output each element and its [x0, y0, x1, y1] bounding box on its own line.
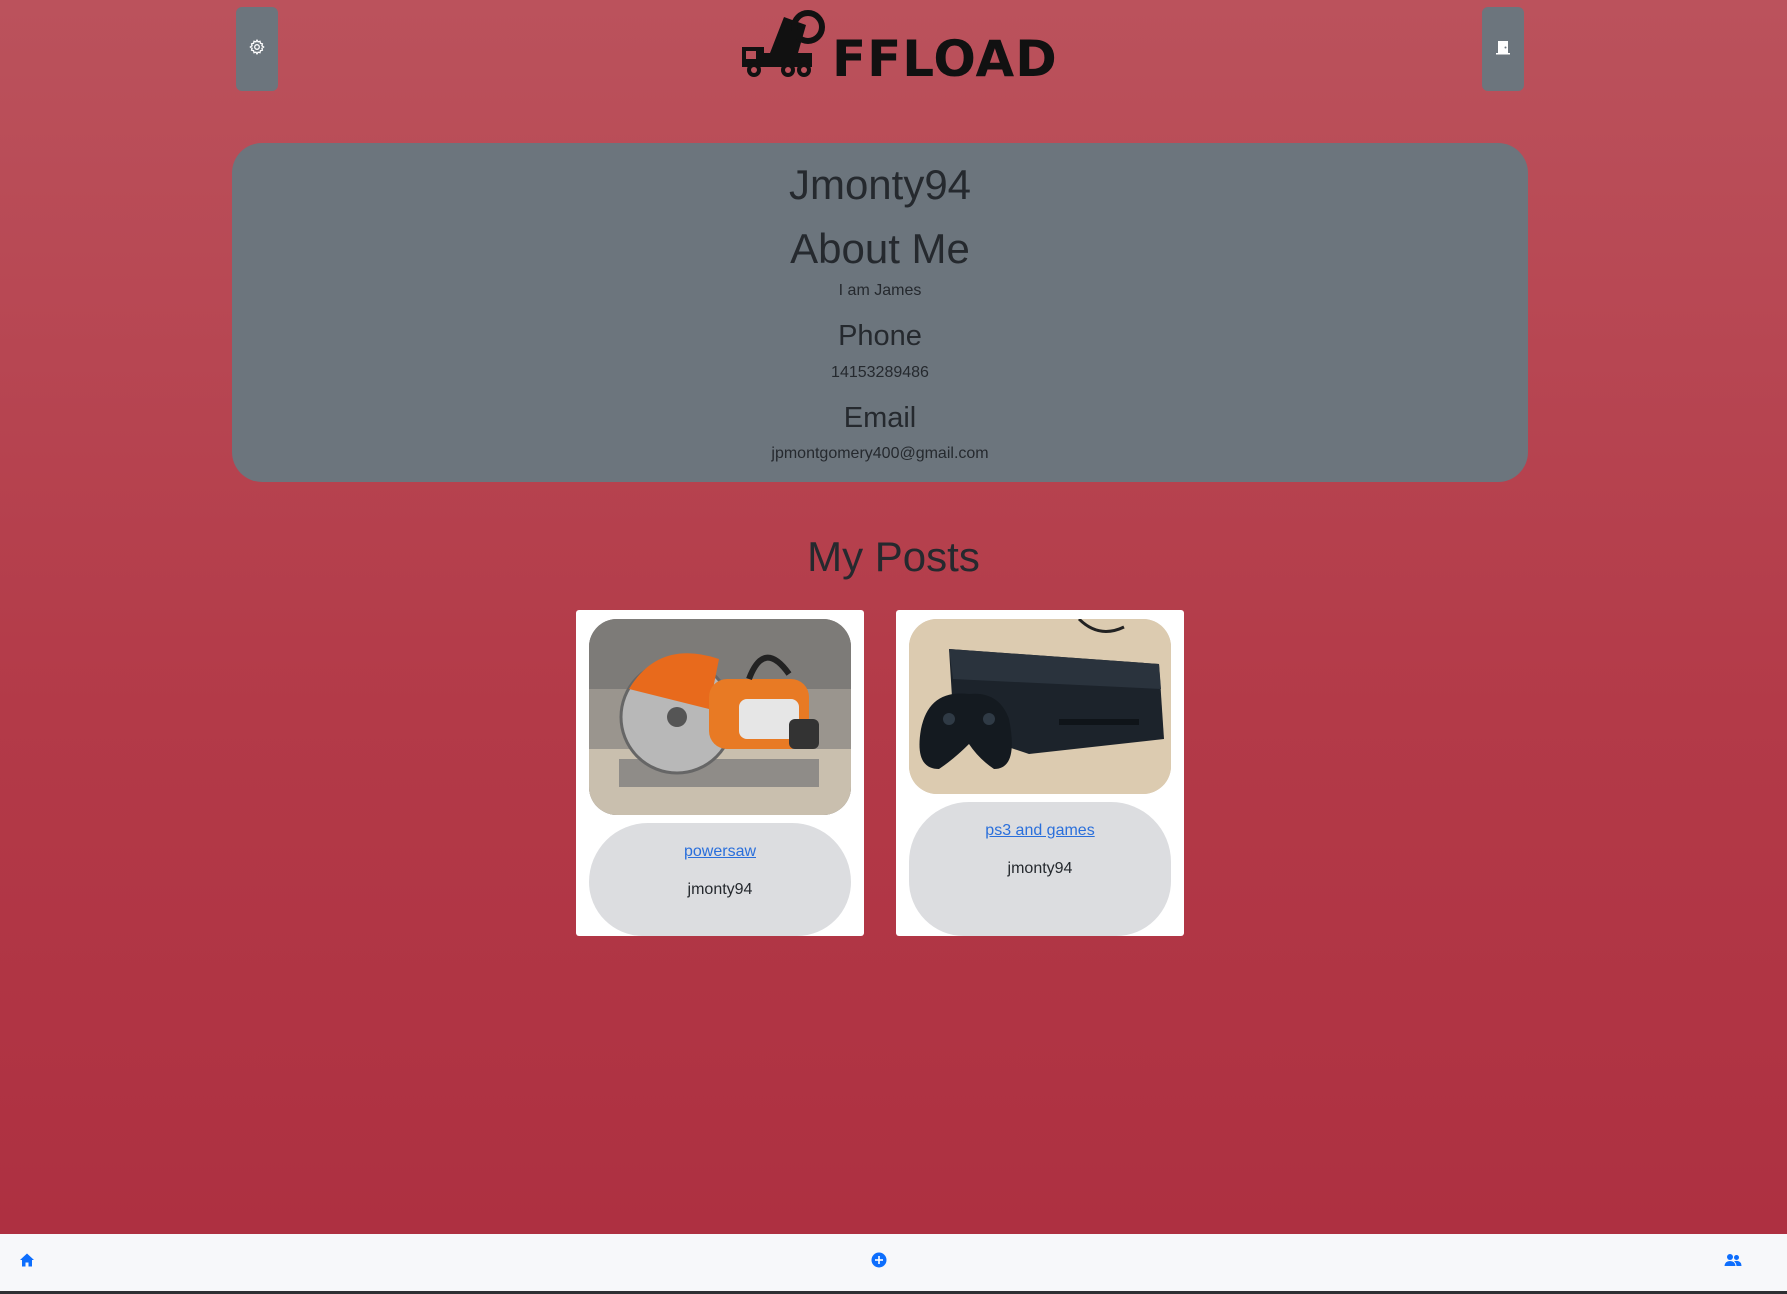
- post-image[interactable]: [589, 619, 851, 815]
- post-card: ps3 and games jmonty94: [896, 610, 1184, 936]
- email-heading: Email: [843, 402, 917, 434]
- post-author: jmonty94: [687, 881, 753, 898]
- post-card: powersaw jmonty94: [576, 610, 864, 936]
- power-saw-image: [589, 619, 851, 815]
- bottom-nav: [0, 1234, 1787, 1291]
- my-posts-heading: My Posts: [807, 533, 980, 580]
- dump-truck-logo-icon: [740, 7, 828, 86]
- settings-button[interactable]: [236, 7, 278, 91]
- post-title-link[interactable]: ps3 and games: [909, 822, 1171, 840]
- users-button[interactable]: [1719, 1248, 1747, 1276]
- logout-button[interactable]: [1482, 7, 1524, 91]
- about-text: I am James: [838, 282, 922, 299]
- about-heading: About Me: [790, 225, 970, 272]
- post-author: jmonty94: [1007, 860, 1073, 877]
- home-icon: [19, 1252, 35, 1273]
- logo-text: FFLOAD: [832, 30, 1058, 88]
- post-info: ps3 and games jmonty94: [909, 802, 1171, 936]
- phone-heading: Phone: [838, 320, 922, 352]
- post-info: powersaw jmonty94: [589, 823, 851, 936]
- users-icon: [1724, 1252, 1742, 1273]
- email-value: jpmontgomery400@gmail.com: [771, 445, 989, 462]
- phone-value: 14153289486: [831, 364, 929, 381]
- profile-username: Jmonty94: [788, 161, 972, 208]
- door-icon: [1496, 39, 1510, 60]
- plus-circle-icon: [871, 1252, 887, 1273]
- profile-card: Jmonty94 About Me I am James Phone 14153…: [232, 143, 1528, 482]
- home-button[interactable]: [13, 1248, 41, 1276]
- ps3-console-image: [909, 619, 1171, 794]
- post-title-link[interactable]: powersaw: [589, 843, 851, 861]
- gear-icon: [249, 38, 265, 60]
- post-image[interactable]: [909, 619, 1171, 794]
- offload-logo: FFLOAD: [740, 10, 1057, 86]
- add-post-button[interactable]: [865, 1248, 893, 1276]
